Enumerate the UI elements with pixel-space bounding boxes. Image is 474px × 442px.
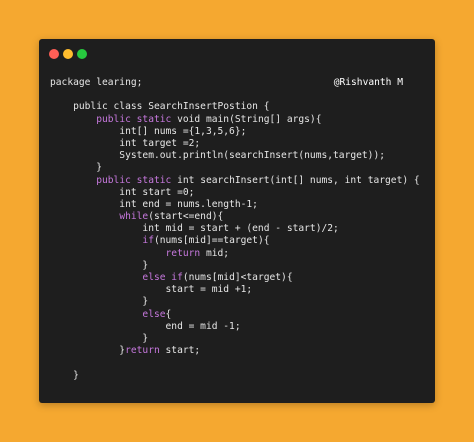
code-line: System.out.println(searchInsert(nums,tar… [50,150,427,162]
code-block: package learing; public class SearchInse… [50,77,427,382]
code-token: void [171,113,206,125]
code-line: int start =0; [50,187,427,199]
code-token: (start<=end){ [148,211,224,223]
code-token: public static [96,113,172,125]
code-token: } [50,332,149,344]
code-token: int start =0; [50,186,195,198]
code-line: public static int searchInsert(int[] num… [50,175,427,187]
code-line: } [50,296,427,308]
code-window: @Rishvanth M package learing; public cla… [39,39,435,403]
code-line: } [50,333,427,345]
code-token: else [142,308,166,320]
zoom-dot-icon[interactable] [77,49,87,59]
code-token: while [119,211,149,223]
code-token: } [50,369,79,381]
code-line: public class SearchInsertPostion { [50,101,427,113]
code-line: start = mid +1; [50,284,427,296]
code-token: } [50,259,149,271]
code-token: int mid = start + (end - start)/2; [50,223,339,235]
code-token: } [50,162,102,174]
code-token: if [142,235,154,247]
code-token: int searchInsert(int[] nums, int target)… [171,174,420,186]
window-controls [49,49,87,59]
code-token: [] nums ={1,3,5,6}; [136,125,247,137]
code-line: } [50,370,427,382]
code-token: start; [159,345,201,357]
code-line: else if(nums[mid]<target){ [50,272,427,284]
code-line: int mid = start + (end - start)/2; [50,223,427,235]
code-token: (nums[mid]==target){ [153,235,270,247]
code-token: end = mid -1; [50,320,241,332]
code-line: } [50,260,427,272]
code-token: } [50,296,149,308]
code-token: package learing; [50,77,143,88]
code-token: main(String[] args){ [205,113,322,125]
close-dot-icon[interactable] [49,49,59,59]
code-line: } [50,162,427,174]
code-token: { [165,308,172,320]
code-token: start = mid +1; [50,284,253,296]
code-line: int[] nums ={1,3,5,6}; [50,126,427,138]
code-token: (nums[mid]<target){ [182,272,293,283]
code-line: end = mid -1; [50,321,427,333]
code-token: return [165,247,201,259]
code-token: target =2; [136,137,201,149]
code-token: public class SearchInsertPostion { [50,101,270,113]
code-token: int [119,137,137,149]
minimize-dot-icon[interactable] [63,49,73,59]
code-line: package learing; [50,77,427,89]
code-line: int target =2; [50,138,427,150]
code-line: }return start; [50,345,427,357]
code-token: } [50,345,126,357]
code-line: return mid; [50,248,427,260]
code-line: int end = nums.length-1; [50,199,427,211]
code-token: public static [96,174,172,186]
code-line: public static void main(String[] args){ [50,114,427,126]
code-line: while(start<=end){ [50,211,427,223]
code-token: System.out.println(searchInsert(nums,tar… [50,150,386,162]
code-line: else{ [50,309,427,321]
code-token: mid; [200,247,230,259]
code-token: int end = nums.length-1; [50,198,258,210]
code-line: if(nums[mid]==target){ [50,235,427,247]
code-token: return [125,345,160,357]
code-token: int [119,125,137,137]
code-token: else if [142,272,183,283]
